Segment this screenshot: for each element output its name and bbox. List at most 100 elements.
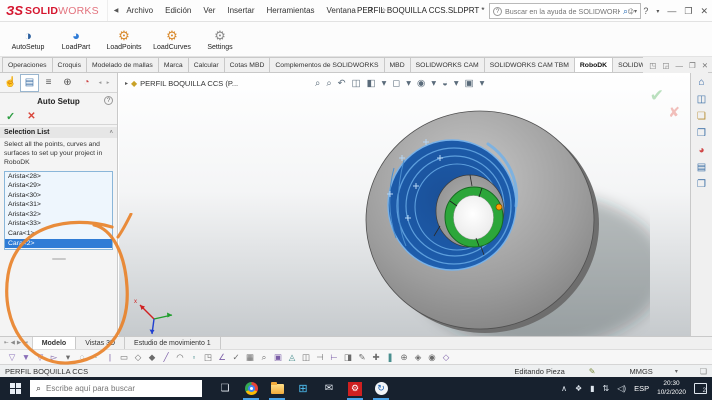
language-indicator[interactable]: ESP bbox=[634, 384, 649, 393]
ok-button[interactable]: ✓ bbox=[6, 110, 15, 123]
view-orientation-icon[interactable]: ◧ bbox=[367, 78, 376, 89]
menu-item[interactable]: Ver bbox=[197, 3, 221, 18]
featuremanager-tab-icon[interactable]: ☝ bbox=[1, 74, 20, 92]
selection-list-item[interactable]: Cara<2> bbox=[5, 239, 112, 249]
sketch-tool-icon[interactable]: ⊕ bbox=[397, 350, 411, 364]
mail-button[interactable]: ✉ bbox=[316, 377, 342, 400]
selection-listbox[interactable]: Arista<28>Arista<29>Arista<30>Arista<31>… bbox=[4, 171, 113, 250]
expander-icon[interactable]: ▸ bbox=[125, 80, 128, 87]
file-explorer-button[interactable] bbox=[264, 377, 290, 400]
cancel-button[interactable]: ✕ bbox=[27, 111, 35, 122]
display-style-icon[interactable]: ◻ bbox=[392, 78, 400, 89]
menu-item[interactable]: Ventana bbox=[321, 3, 362, 18]
appearances-icon[interactable]: ◕ bbox=[698, 145, 704, 157]
loadpoints-button[interactable]: ⚙ LoadPoints bbox=[100, 24, 148, 55]
sketch-tool-icon[interactable]: ⊢ bbox=[327, 350, 341, 364]
appearances-icon[interactable]: ◒ bbox=[442, 78, 448, 89]
dropdown-icon[interactable]: ▾ bbox=[406, 78, 411, 89]
view-tab[interactable]: Estudio de movimiento 1 bbox=[125, 337, 221, 349]
commandmanager-tab[interactable]: RoboDK bbox=[574, 57, 613, 72]
sketch-tool-icon[interactable]: ◌ bbox=[75, 350, 89, 364]
commandmanager-tab[interactable]: SOLIDWORKS CAM bbox=[410, 57, 485, 72]
view-tab[interactable]: Vistas 3D bbox=[76, 337, 125, 349]
loadcurves-button[interactable]: ⚙ LoadCurves bbox=[148, 24, 196, 55]
commandmanager-tab[interactable]: Cotas MBD bbox=[224, 57, 271, 72]
status-tray-icon[interactable]: ❏ bbox=[700, 367, 707, 376]
action-center-button[interactable]: 2 bbox=[694, 383, 707, 394]
dropdown-icon[interactable]: ▾ bbox=[480, 78, 485, 89]
battery-icon[interactable]: ▮ bbox=[590, 384, 594, 393]
sketch-tool-icon[interactable]: ▭ bbox=[117, 350, 131, 364]
menu-item[interactable]: Archivo bbox=[120, 3, 159, 18]
tray-icon[interactable]: ∧ bbox=[561, 384, 567, 393]
robodk-button[interactable]: ↻ bbox=[368, 377, 394, 400]
dimxpert-tab-icon[interactable]: ⊕ bbox=[58, 74, 77, 92]
solidworks-button[interactable]: ⚙ bbox=[342, 377, 368, 400]
faded-ok-icon[interactable]: ✔ bbox=[650, 86, 664, 106]
commandmanager-tab[interactable]: Operaciones bbox=[2, 57, 53, 72]
commandmanager-tab[interactable]: Marca bbox=[158, 57, 189, 72]
sketch-tool-icon[interactable]: ⌕ bbox=[257, 350, 271, 364]
login-icon[interactable]: ☺ bbox=[626, 6, 635, 16]
commandmanager-tab[interactable]: Calcular bbox=[188, 57, 225, 72]
help-caret-icon[interactable]: ▾ bbox=[656, 8, 659, 15]
selection-list-header[interactable]: Selection List ˄ bbox=[0, 127, 117, 138]
help-icon[interactable]: ? bbox=[104, 96, 113, 105]
sketch-tool-icon[interactable]: ◉ bbox=[425, 350, 439, 364]
chrome-button[interactable] bbox=[238, 377, 264, 400]
faded-cancel-icon[interactable]: ✘ bbox=[668, 104, 680, 121]
selection-list-item[interactable]: Arista<29> bbox=[5, 181, 112, 191]
forum-icon[interactable]: ❐ bbox=[697, 179, 706, 191]
scroll-left-icon[interactable]: ◂ bbox=[96, 74, 104, 92]
previous-view-icon[interactable]: ↶ bbox=[338, 78, 346, 89]
scroll-right-icon[interactable]: ▸ bbox=[104, 74, 112, 92]
tab-scroll-icon[interactable]: ⇤ bbox=[4, 340, 9, 346]
commandmanager-tab[interactable]: Complementos de SOLIDWORKS bbox=[269, 57, 384, 72]
sketch-tool-icon[interactable]: ▽ bbox=[33, 350, 47, 364]
sketch-tool-icon[interactable]: ▽ bbox=[5, 350, 19, 364]
home-icon[interactable]: ⌂ bbox=[698, 77, 704, 89]
feature-tree-flyout[interactable]: ▸ ◆ PERFIL BOQUILLA CCS (P... bbox=[125, 79, 238, 88]
custom-properties-icon[interactable]: ▤ bbox=[697, 162, 706, 174]
units-indicator[interactable]: MMGS bbox=[629, 367, 652, 376]
menu-item[interactable]: Insertar bbox=[221, 3, 260, 18]
help-search-box[interactable]: ? ⌕ ▾ bbox=[489, 3, 641, 19]
selection-list-item[interactable]: Cara<1> bbox=[5, 229, 112, 239]
sketch-tool-icon[interactable]: ◬ bbox=[285, 350, 299, 364]
selection-list-item[interactable]: Arista<31> bbox=[5, 200, 112, 210]
help-icon[interactable]: ? bbox=[643, 6, 648, 16]
sketch-tool-icon[interactable]: ❚ bbox=[383, 350, 397, 364]
autosetup-button[interactable]: ◑ AutoSetup bbox=[4, 24, 52, 55]
minimize-doc-icon[interactable]: — bbox=[675, 61, 683, 70]
sketch-tool-icon[interactable]: ◇ bbox=[131, 350, 145, 364]
sketch-tool-icon[interactable]: | bbox=[103, 350, 117, 364]
sketch-tool-icon[interactable]: ◳ bbox=[201, 350, 215, 364]
close-doc-icon[interactable]: ✕ bbox=[702, 61, 708, 70]
split-vertical-icon[interactable]: ◲ bbox=[662, 61, 669, 70]
selection-list-item[interactable]: Arista<32> bbox=[5, 210, 112, 220]
commandmanager-tab[interactable]: MBD bbox=[384, 57, 411, 72]
sketch-tool-icon[interactable]: ◆ bbox=[145, 350, 159, 364]
reference-point-marker[interactable] bbox=[496, 204, 502, 210]
help-search-input[interactable] bbox=[505, 7, 620, 16]
commandmanager-tab[interactable]: Modelado de mallas bbox=[86, 57, 159, 72]
sketch-tool-icon[interactable]: ▾ bbox=[61, 350, 75, 364]
start-button[interactable] bbox=[0, 377, 30, 400]
sketch-tool-icon[interactable]: ⊣ bbox=[313, 350, 327, 364]
sketch-tool-icon[interactable]: ◨ bbox=[341, 350, 355, 364]
propertymanager-tab-icon[interactable]: ▤ bbox=[20, 74, 39, 92]
network-icon[interactable]: ⇅ bbox=[603, 384, 610, 393]
close-button[interactable]: ✕ bbox=[700, 6, 708, 17]
menu-item[interactable]: Herramientas bbox=[261, 3, 321, 18]
part-center-hole[interactable] bbox=[454, 196, 494, 240]
sketch-tool-icon[interactable]: ✚ bbox=[369, 350, 383, 364]
sketch-tool-icon[interactable]: ▫ bbox=[187, 350, 201, 364]
appearances-tab-icon[interactable]: ◔ bbox=[77, 74, 96, 92]
taskbar-search-input[interactable] bbox=[46, 384, 196, 393]
zoom-fit-icon[interactable]: ⌕ bbox=[315, 78, 320, 89]
sketch-tool-icon[interactable]: ◈ bbox=[411, 350, 425, 364]
tab-scroll-icon[interactable]: ▶ bbox=[17, 340, 21, 346]
sketch-tool-icon[interactable]: ▼ bbox=[19, 350, 33, 364]
view-settings-icon[interactable]: ▣ bbox=[465, 78, 474, 89]
section-view-icon[interactable]: ◫ bbox=[352, 78, 361, 89]
